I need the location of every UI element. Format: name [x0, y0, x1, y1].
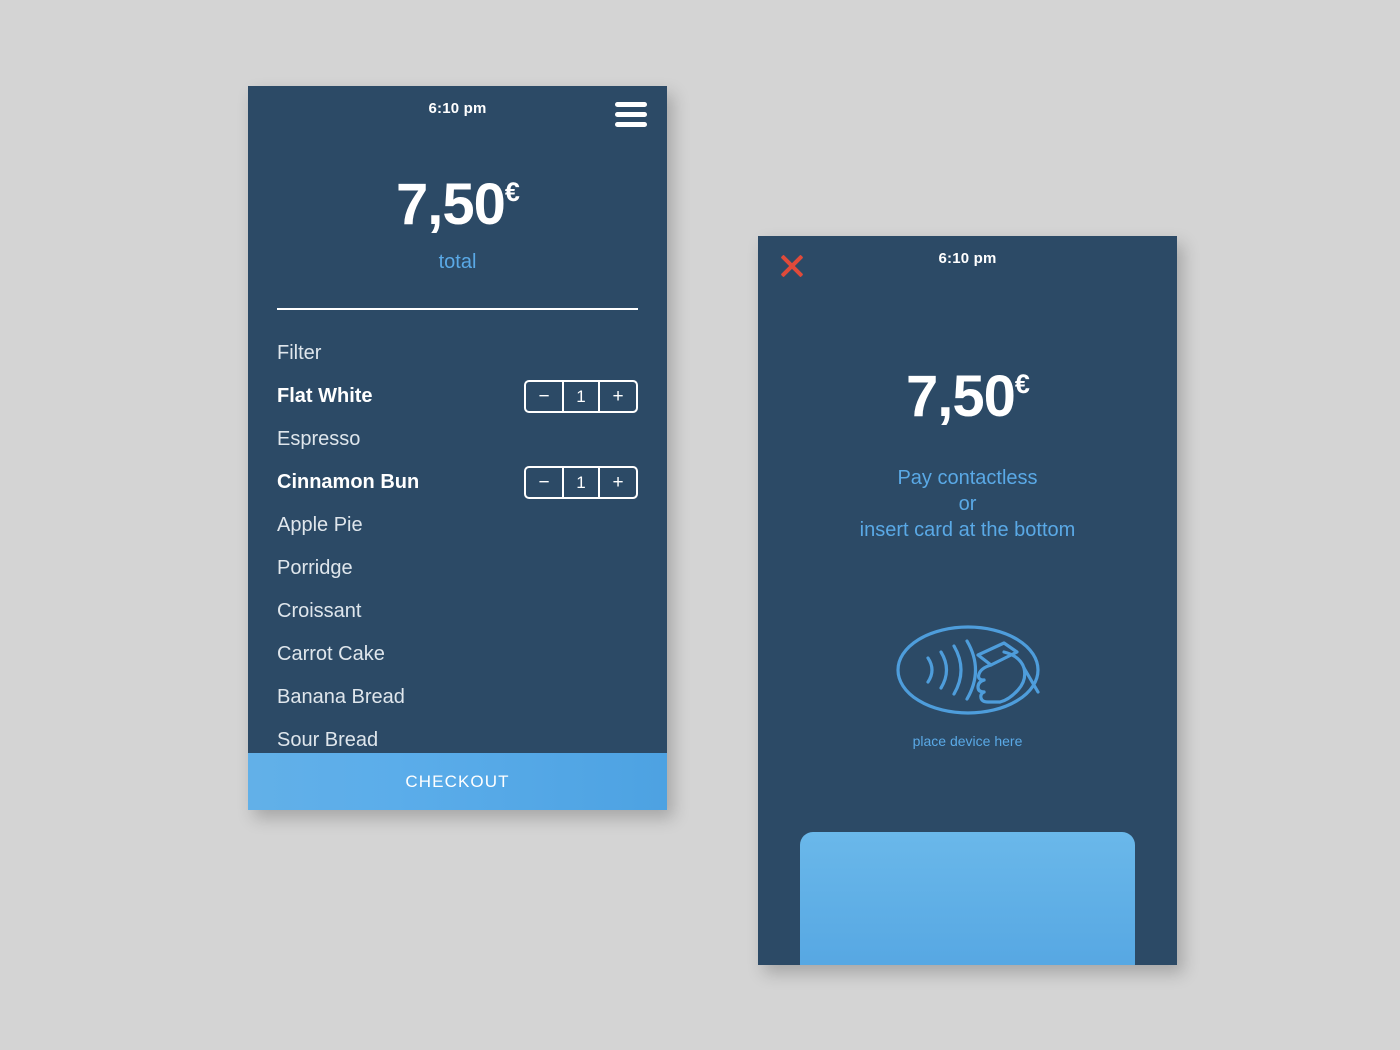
hamburger-menu-icon[interactable] — [615, 102, 647, 127]
checkout-button-label: CHECKOUT — [405, 771, 510, 791]
list-item[interactable]: Croissant — [277, 590, 638, 633]
list-item-label: Croissant — [277, 600, 362, 622]
hamburger-bar — [615, 122, 647, 127]
order-total-amount: 7,50€ — [248, 176, 667, 234]
quantity-value: 1 — [562, 468, 600, 497]
order-item-list: Filter Flat White −1 + Espresso Cinnamon Bun −… — [248, 332, 667, 762]
list-item[interactable]: Porridge — [277, 547, 638, 590]
card-insert-slot[interactable] — [800, 832, 1135, 965]
order-total-block: 7,50€ total — [248, 134, 667, 274]
decrement-button[interactable]: − — [526, 382, 562, 411]
decrement-button[interactable]: − — [526, 468, 562, 497]
status-time: 6:10 pm — [428, 100, 487, 117]
list-item-label: Cinnamon Bun — [277, 471, 420, 493]
order-status-bar: 6:10 pm — [248, 86, 667, 134]
payment-total-value: 7,50 — [906, 364, 1016, 429]
payment-screen: 6:10 pm 7,50€ Pay contactless or insert … — [758, 236, 1177, 965]
order-total-value: 7,50 — [396, 172, 506, 237]
order-screen: 6:10 pm 7,50€ total Filter Flat White −1 + E… — [248, 86, 667, 810]
list-item[interactable]: Banana Bread — [277, 676, 638, 719]
contactless-area: place device here — [758, 624, 1177, 749]
list-item-label: Banana Bread — [277, 686, 405, 708]
list-item[interactable]: Apple Pie — [277, 504, 638, 547]
payment-total-block: 7,50€ — [758, 284, 1177, 426]
list-item-label: Filter — [277, 342, 322, 364]
quantity-stepper[interactable]: −1 + — [524, 380, 638, 413]
list-item-label: Flat White — [277, 385, 373, 407]
instruction-line-1: Pay contactless — [897, 467, 1038, 489]
list-item-label: Espresso — [277, 428, 361, 450]
list-item[interactable]: Carrot Cake — [277, 633, 638, 676]
increment-button[interactable]: + — [600, 468, 636, 497]
contactless-payment-icon — [895, 625, 1040, 715]
payment-status-bar: 6:10 pm — [758, 236, 1177, 284]
instruction-line-2: or — [958, 493, 977, 515]
list-item-label: Apple Pie — [277, 514, 363, 536]
currency-symbol: € — [504, 177, 520, 207]
increment-button[interactable]: + — [600, 382, 636, 411]
list-item-label: Porridge — [277, 557, 353, 579]
contactless-caption: place device here — [912, 733, 1023, 749]
checkout-button[interactable]: CHECKOUT — [248, 753, 667, 810]
payment-total-amount: 7,50€ — [758, 368, 1177, 426]
list-item[interactable]: Espresso — [277, 418, 638, 461]
hamburger-bar — [615, 102, 647, 107]
quantity-stepper[interactable]: −1 + — [524, 466, 638, 499]
currency-symbol: € — [1014, 369, 1030, 399]
divider — [277, 308, 638, 310]
list-item-label: Carrot Cake — [277, 643, 385, 665]
list-item[interactable]: Flat White −1 + — [277, 375, 638, 418]
list-item-label: Sour Bread — [277, 729, 379, 751]
instruction-line-3: insert card at the bottom — [859, 519, 1076, 541]
list-item[interactable]: Cinnamon Bun −1 + — [277, 461, 638, 504]
status-time: 6:10 pm — [938, 250, 997, 267]
list-item[interactable]: Filter — [277, 332, 638, 375]
payment-instructions: Pay contactless or insert card at the bo… — [758, 465, 1177, 543]
total-label: total — [438, 251, 477, 273]
hamburger-bar — [615, 112, 647, 117]
quantity-value: 1 — [562, 382, 600, 411]
